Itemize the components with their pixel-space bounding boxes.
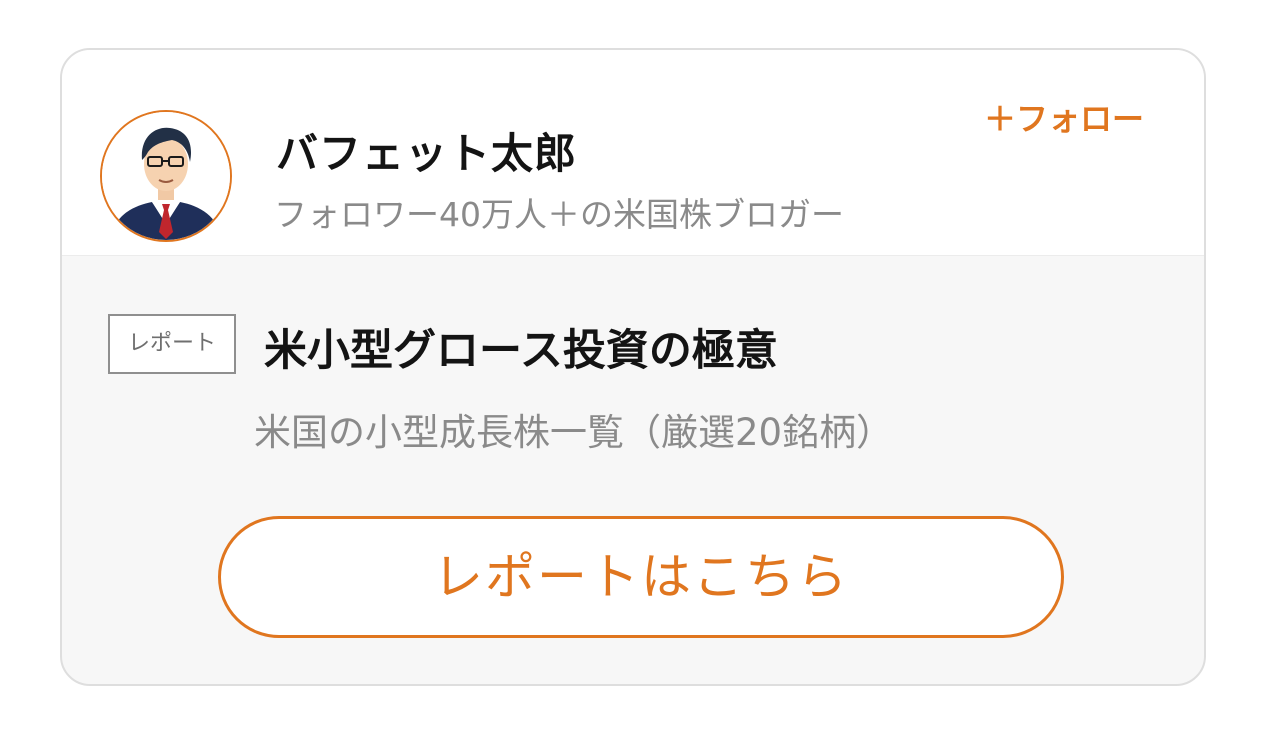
author-avatar[interactable] [100,110,232,242]
report-subtitle: 米国の小型成長株一覧（厳選20銘柄） [254,411,894,454]
businessman-avatar-icon [102,112,230,240]
view-report-button[interactable]: レポートはこちら [218,516,1064,638]
author-name: バフェット太郎 [276,129,578,178]
author-header: バフェット太郎 フォロワー40万人＋の米国株ブロガー ＋フォロー [62,50,1204,256]
follow-button[interactable]: ＋フォロー [984,94,1144,140]
report-tag: レポート [108,314,236,374]
report-card: バフェット太郎 フォロワー40万人＋の米国株ブロガー ＋フォロー レポート 米小… [60,48,1206,686]
author-description: フォロワー40万人＋の米国株ブロガー [274,195,844,234]
report-title: 米小型グロース投資の極意 [264,326,778,376]
